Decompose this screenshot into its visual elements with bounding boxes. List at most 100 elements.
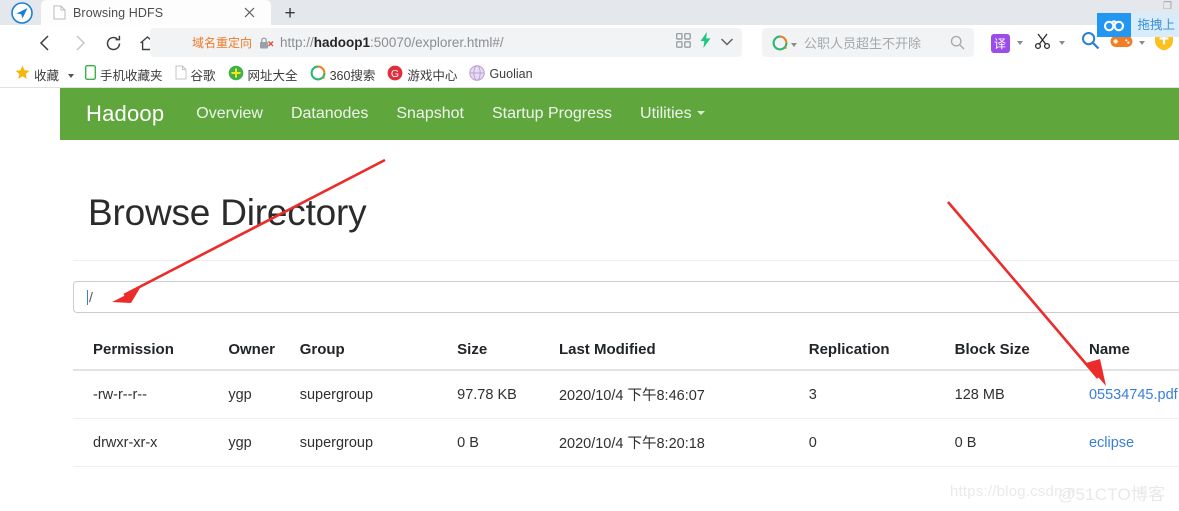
page-icon <box>175 65 187 83</box>
cloud-drag-icon <box>1097 13 1132 37</box>
lightning-bolt-icon[interactable] <box>700 32 711 53</box>
cell-last-modified: 2020/10/4 下午8:46:07 <box>558 370 809 419</box>
bookmark-guolian[interactable]: Guolian <box>464 63 537 86</box>
path-input[interactable]: / <box>73 281 1179 313</box>
qr-code-icon[interactable] <box>675 32 691 53</box>
browse-container: Browse Directory / Permission Owner Grou… <box>73 140 1179 467</box>
url-suffix: :50070/explorer.html#/ <box>370 35 504 50</box>
directory-link[interactable]: eclipse <box>1089 435 1134 451</box>
browser-window: Browsing HDFS + ❐ 域名重定向 http://hadoop1:5… <box>0 0 1179 511</box>
svg-text:G: G <box>391 67 399 79</box>
bookmark-mobile-favorites[interactable]: 手机收藏夹 <box>80 63 168 86</box>
nav-overview[interactable]: Overview <box>196 105 263 123</box>
magnifier-icon[interactable] <box>950 35 965 55</box>
cell-owner: ygp <box>228 370 300 419</box>
cell-block-size: 128 MB <box>954 370 1089 419</box>
th-replication[interactable]: Replication <box>808 335 955 371</box>
bookmark-label: 360搜索 <box>329 68 376 83</box>
globe-purple-icon <box>469 64 486 84</box>
bookmark-google[interactable]: 谷歌 <box>170 63 221 86</box>
search-input-placeholder[interactable]: 公职人员超生不开除 <box>804 33 921 52</box>
back-chevron-icon[interactable] <box>26 25 62 61</box>
th-permission[interactable]: Permission <box>73 335 229 371</box>
page-title: Browse Directory <box>88 192 367 233</box>
chevron-down-icon <box>1139 41 1145 45</box>
table-row: -rw-r--r-- ygp supergroup 97.78 KB 2020/… <box>73 370 1179 419</box>
th-group[interactable]: Group <box>299 335 458 371</box>
watermark-51cto: @51CTO博客 <box>1058 485 1166 504</box>
cell-size: 0 B <box>457 418 559 467</box>
th-name[interactable]: Name <box>1088 335 1179 371</box>
url-text: http://hadoop1:50070/explorer.html#/ <box>280 35 504 50</box>
address-bar-actions <box>675 28 734 57</box>
close-icon[interactable] <box>241 4 257 20</box>
new-tab-button[interactable]: + <box>278 1 302 25</box>
nav-snapshot[interactable]: Snapshot <box>396 105 464 123</box>
bookmark-label: Guolian <box>489 67 533 81</box>
path-input-value: / <box>89 289 93 305</box>
search-engine-caret-icon[interactable] <box>791 42 797 47</box>
bookmark-label: 谷歌 <box>190 68 216 83</box>
bookmark-favorites[interactable]: 收藏 <box>10 63 64 86</box>
bookmark-label: 手机收藏夹 <box>100 68 163 83</box>
window-restore-icon[interactable]: ❐ <box>1163 1 1177 13</box>
hadoop-navbar: Hadoop Overview Datanodes Snapshot Start… <box>60 88 1179 140</box>
table-header-row: Permission Owner Group Size Last Modifie… <box>73 335 1179 371</box>
cell-block-size: 0 B <box>954 418 1089 467</box>
drag-chip-label: 拖拽上 <box>1131 13 1179 37</box>
forward-chevron-icon <box>62 25 98 61</box>
tab-title: Browsing HDFS <box>73 5 164 20</box>
screenshot-extension-caret[interactable] <box>1056 25 1068 61</box>
page-content: Hadoop Overview Datanodes Snapshot Start… <box>0 88 1179 511</box>
cell-permission: drwxr-xr-x <box>73 418 229 467</box>
phone-icon <box>85 64 97 83</box>
files-table: Permission Owner Group Size Last Modifie… <box>73 335 1179 467</box>
translate-extension[interactable]: 译 <box>988 25 1012 61</box>
bookmark-web-directory[interactable]: 网址大全 <box>223 63 303 86</box>
url-prefix: http:// <box>280 35 314 50</box>
search-box[interactable]: 公职人员超生不开除 <box>762 28 974 57</box>
chevron-down-icon <box>696 111 705 115</box>
tab-strip: Browsing HDFS + ❐ <box>0 0 1179 25</box>
drag-upload-chip[interactable]: 拖拽上 <box>1097 13 1179 37</box>
hadoop-brand[interactable]: Hadoop <box>86 101 164 127</box>
browser-logo-icon <box>4 0 40 25</box>
redirect-badge: 域名重定向 <box>192 36 253 50</box>
chevron-down-icon <box>1059 41 1065 45</box>
reload-icon[interactable] <box>95 25 131 61</box>
nav-utilities[interactable]: Utilities <box>640 105 705 123</box>
bookmark-label: 游戏中心 <box>407 68 458 83</box>
browser-tab[interactable]: Browsing HDFS <box>41 0 271 25</box>
chevron-down-icon[interactable] <box>720 34 734 52</box>
file-link[interactable]: 05534745.pdf <box>1089 387 1178 403</box>
star-icon <box>15 65 30 83</box>
cell-group: supergroup <box>299 370 458 419</box>
cell-size: 97.78 KB <box>457 370 559 419</box>
page-icon <box>53 5 66 20</box>
th-last-modified[interactable]: Last Modified <box>558 335 809 371</box>
bookmark-game-center[interactable]: G 游戏中心 <box>382 63 462 86</box>
cell-name: eclipse <box>1088 418 1179 467</box>
game-red-icon: G <box>387 65 403 84</box>
th-block-size[interactable]: Block Size <box>954 335 1089 371</box>
screenshot-scissors-extension[interactable] <box>1032 25 1054 61</box>
nav-startup-progress[interactable]: Startup Progress <box>492 105 612 123</box>
chevron-down-icon <box>1017 41 1023 45</box>
nav-datanodes[interactable]: Datanodes <box>291 105 368 123</box>
lock-crossed-icon[interactable] <box>259 36 274 50</box>
th-owner[interactable]: Owner <box>228 335 300 371</box>
cell-replication: 0 <box>808 418 955 467</box>
translate-extension-caret[interactable] <box>1014 25 1026 61</box>
scissors-icon <box>1034 32 1052 55</box>
plus-circle-green-icon <box>228 65 244 84</box>
bookmark-360-search[interactable]: 360搜索 <box>305 63 381 86</box>
th-size[interactable]: Size <box>457 335 559 371</box>
cell-name: 05534745.pdf <box>1088 370 1179 419</box>
360-search-logo <box>772 35 788 51</box>
address-bar[interactable]: 域名重定向 http://hadoop1:50070/explorer.html… <box>150 28 742 57</box>
url-host: hadoop1 <box>313 35 371 50</box>
cell-replication: 3 <box>808 370 955 419</box>
bookmark-label: 收藏 <box>34 68 60 83</box>
translate-icon: 译 <box>990 33 1010 53</box>
bookmark-favorites-caret-icon[interactable] <box>68 74 75 78</box>
